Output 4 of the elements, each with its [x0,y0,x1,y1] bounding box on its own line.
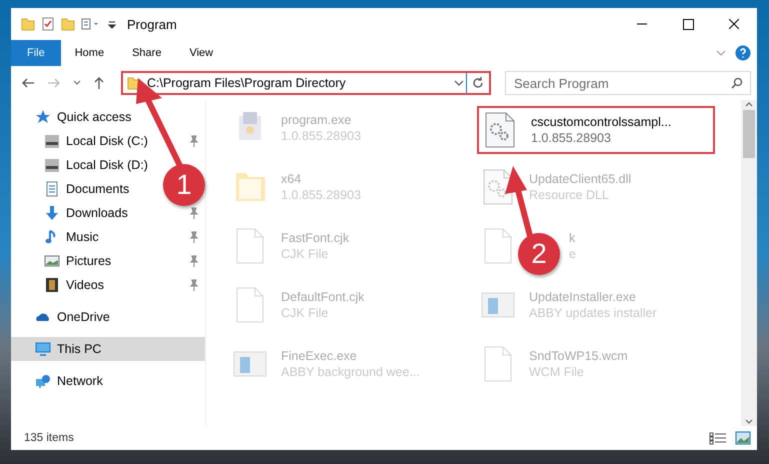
window-title: Program [127,16,178,32]
address-path: C:\Program Files\Program Directory [147,76,347,90]
item-count: 135 items [24,432,74,444]
file-detail: 1.0.855.28903 [531,131,612,145]
